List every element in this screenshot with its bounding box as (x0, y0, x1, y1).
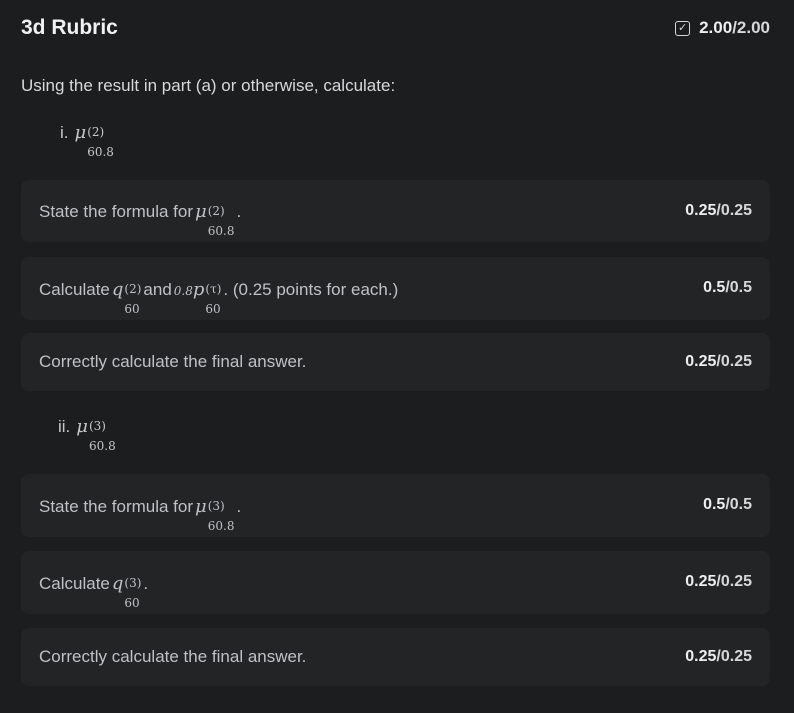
criterion-label: State the formula for μ (2) 60.8 . (39, 201, 242, 238)
rubric-title: 3d Rubric (21, 16, 118, 39)
part-ii-sup: (3) (88, 419, 106, 433)
criterion-points: 0.5/0.5 (703, 496, 752, 513)
criterion-card-5: Calculate q (3) 60 . 0.25/0.25 (21, 551, 770, 614)
total-score: ✓ 2.00/2.00 (675, 18, 770, 38)
check-square-icon: ✓ (675, 20, 691, 36)
criterion-points: 0.25/0.25 (685, 353, 752, 370)
part-i-math: μ (2) 60.8 (74, 122, 114, 158)
part-ii-sub: 60.8 (88, 439, 116, 453)
part-ii-roman: ii. (58, 417, 71, 436)
criterion-math: q (2) 60 (111, 279, 142, 316)
criterion-math: q (3) 60 (111, 573, 142, 610)
criterion-label: Calculate q (2) 60 and 0.8p (τ) 60 . (0.… (39, 279, 399, 316)
total-score-earned: 2.00 (699, 18, 733, 37)
criterion-math: μ (2) 60.8 (195, 201, 235, 238)
question-prompt: Using the result in part (a) or otherwis… (21, 76, 396, 95)
criterion-card-1: State the formula for μ (2) 60.8 . 0.25/… (21, 180, 770, 242)
criterion-card-4: State the formula for μ (3) 60.8 . 0.5/0… (21, 474, 770, 537)
part-ii-math: μ (3) 60.8 (76, 416, 115, 452)
total-score-max: /2.00 (732, 18, 770, 37)
criterion-label: Correctly calculate the final answer. (39, 647, 307, 666)
criterion-points: 0.25/0.25 (685, 648, 752, 665)
criterion-label: State the formula for μ (3) 60.8 . (39, 496, 242, 533)
rubric-header: 3d Rubric ✓ 2.00/2.00 (21, 14, 770, 44)
part-ii-symbol: μ (76, 416, 88, 437)
criterion-card-2: Calculate q (2) 60 and 0.8p (τ) 60 . (0.… (21, 257, 770, 320)
criterion-label: Correctly calculate the final answer. (39, 352, 307, 371)
criterion-points: 0.25/0.25 (685, 202, 752, 219)
part-i-roman: i. (60, 123, 69, 142)
criterion-label: Calculate q (3) 60 . (39, 573, 149, 610)
criterion-card-3: Correctly calculate the final answer. 0.… (21, 333, 770, 391)
part-ii-label: ii. μ (3) 60.8 (58, 416, 116, 452)
criterion-card-6: Correctly calculate the final answer. 0.… (21, 628, 770, 686)
part-i-symbol: μ (74, 122, 87, 143)
criterion-points: 0.25/0.25 (685, 573, 752, 590)
part-i-label: i. μ (2) 60.8 (60, 122, 114, 158)
part-i-sub: 60.8 (87, 145, 114, 159)
part-i-sup: (2) (87, 125, 105, 139)
criterion-math-2: 0.8p (τ) 60 (173, 279, 222, 316)
criterion-points: 0.5/0.5 (703, 279, 752, 296)
criterion-math: μ (3) 60.8 (195, 496, 235, 533)
